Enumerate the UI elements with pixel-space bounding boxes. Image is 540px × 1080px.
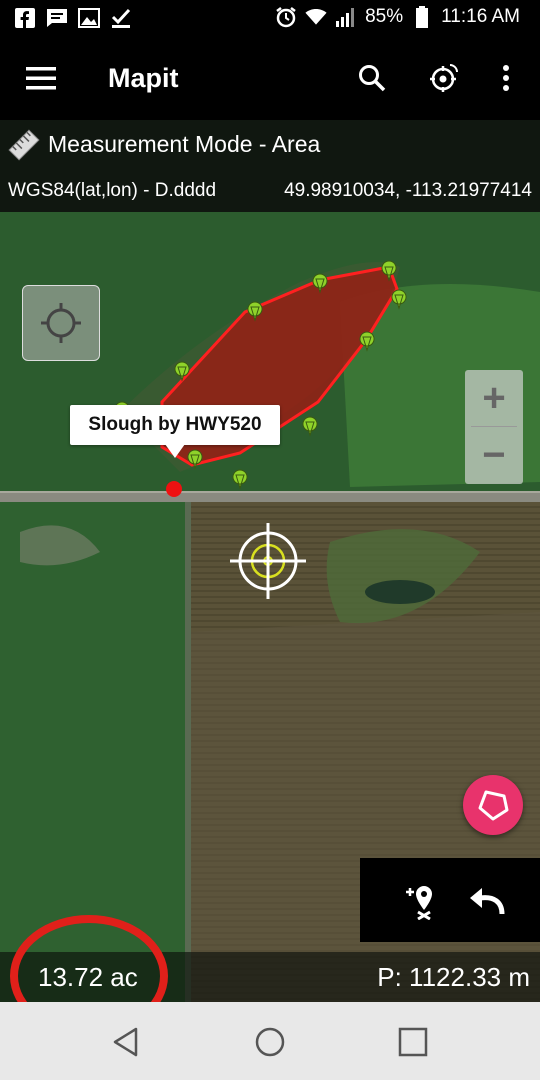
more-vert-icon[interactable] [488, 60, 524, 96]
menu-icon[interactable] [24, 62, 58, 96]
image-icon [78, 7, 100, 29]
checkmark-icon [110, 7, 132, 29]
polygon-icon [478, 790, 509, 821]
measurement-readout: 13.72 ac P: 1122.33 m [0, 952, 540, 1002]
home-icon[interactable] [248, 1020, 292, 1064]
facebook-icon [14, 7, 36, 29]
map-feature-label[interactable]: Slough by HWY520 [70, 405, 280, 445]
coordinate-bar: WGS84(lat,lon) - D.dddd 49.98910034, -11… [0, 170, 540, 212]
shape-fab-button[interactable] [463, 775, 523, 835]
status-bar: 85% 11:16 AM [0, 0, 540, 38]
signal-icon [335, 6, 357, 28]
my-location-icon [41, 303, 81, 343]
back-icon[interactable] [104, 1020, 148, 1064]
system-nav-bar [0, 1002, 540, 1080]
search-icon[interactable] [354, 60, 390, 96]
battery-level: 85% [365, 6, 404, 27]
ruler-icon [8, 128, 40, 167]
selected-point-marker [166, 481, 182, 497]
alarm-icon [275, 6, 297, 28]
app-title: Mapit [108, 63, 179, 93]
measure-toolbar [360, 858, 540, 942]
measurement-mode-bar: Measurement Mode - Area [0, 120, 540, 170]
app-bar: Mapit [0, 38, 540, 120]
my-location-button[interactable] [22, 285, 100, 361]
gps-satellite-icon[interactable] [426, 60, 462, 96]
zoom-control: + − [465, 370, 523, 484]
zoom-out-button[interactable]: − [465, 427, 523, 483]
message-icon [46, 7, 68, 29]
battery-icon [411, 6, 433, 28]
measurement-mode-label: Measurement Mode - Area [48, 131, 321, 157]
perimeter-value: P: 1122.33 m [377, 962, 530, 992]
area-value: 13.72 ac [38, 962, 138, 992]
clock: 11:16 AM [441, 6, 520, 27]
recents-icon[interactable] [391, 1020, 435, 1064]
undo-icon[interactable] [466, 880, 508, 922]
zoom-in-button[interactable]: + [465, 370, 523, 426]
wifi-icon [305, 6, 327, 28]
coordinate-system[interactable]: WGS84(lat,lon) - D.dddd [8, 180, 216, 202]
coordinate-value: 49.98910034, -113.21977414 [284, 180, 532, 201]
add-location-icon[interactable] [400, 880, 442, 922]
label-pointer [165, 444, 185, 458]
